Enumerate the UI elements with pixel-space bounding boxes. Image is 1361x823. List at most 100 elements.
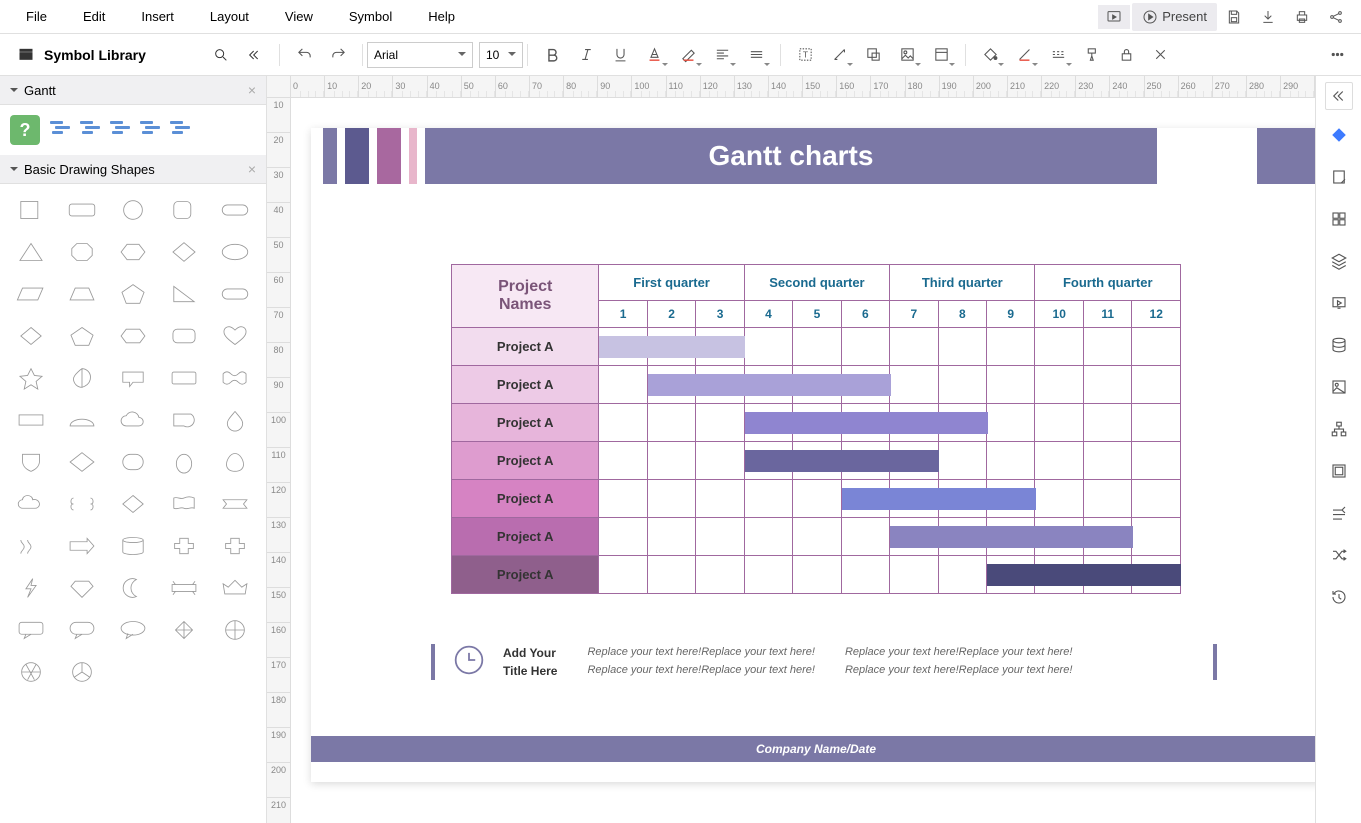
fill-tool-icon[interactable] bbox=[1322, 118, 1356, 152]
shuffle-tool-icon[interactable] bbox=[1322, 538, 1356, 572]
shape-bracket[interactable] bbox=[57, 484, 106, 524]
page-tool-icon[interactable] bbox=[1322, 160, 1356, 194]
shape-pill[interactable] bbox=[211, 190, 260, 230]
tools-button[interactable] bbox=[1144, 39, 1176, 71]
download-icon[interactable] bbox=[1251, 3, 1285, 31]
present-button[interactable]: Present bbox=[1132, 3, 1217, 31]
shape-grid[interactable] bbox=[160, 610, 209, 650]
shape-parallelogram[interactable] bbox=[6, 274, 55, 314]
shape-callout[interactable] bbox=[108, 358, 157, 398]
text-tool-button[interactable]: T bbox=[789, 39, 821, 71]
shape-wave2[interactable] bbox=[6, 526, 55, 566]
expand-right-panel-icon[interactable] bbox=[1325, 82, 1353, 110]
tree-tool-icon[interactable] bbox=[1322, 412, 1356, 446]
shape-pie[interactable] bbox=[57, 652, 106, 692]
shape-plus[interactable] bbox=[160, 526, 209, 566]
menu-layout[interactable]: Layout bbox=[192, 3, 267, 30]
shape-ellipse[interactable] bbox=[211, 232, 260, 272]
shape-heart[interactable] bbox=[211, 316, 260, 356]
shape-round3[interactable] bbox=[108, 442, 157, 482]
shape-rounded-rect[interactable] bbox=[57, 190, 106, 230]
shape-stadium[interactable] bbox=[211, 274, 260, 314]
shape-teardrop[interactable] bbox=[57, 358, 106, 398]
shape-gem[interactable] bbox=[57, 568, 106, 608]
shape-diamond3[interactable] bbox=[57, 442, 106, 482]
company-bar[interactable]: Company Name/Date bbox=[311, 736, 1315, 762]
shape-pentagon2[interactable] bbox=[57, 316, 106, 356]
gantt-shape-1[interactable] bbox=[48, 121, 70, 139]
image-button[interactable] bbox=[891, 39, 923, 71]
shape-crown[interactable] bbox=[211, 568, 260, 608]
redo-button[interactable] bbox=[322, 39, 354, 71]
menu-view[interactable]: View bbox=[267, 3, 331, 30]
save-icon[interactable] bbox=[1217, 3, 1251, 31]
search-library-icon[interactable] bbox=[209, 43, 233, 67]
font-size-select[interactable]: 10 bbox=[479, 42, 523, 68]
shape-banner[interactable] bbox=[211, 484, 260, 524]
shape-button[interactable] bbox=[857, 39, 889, 71]
menu-help[interactable]: Help bbox=[410, 3, 473, 30]
font-color-button[interactable] bbox=[638, 39, 670, 71]
collapse-sidebar-icon[interactable] bbox=[241, 43, 265, 67]
shape-trapezoid[interactable] bbox=[57, 274, 106, 314]
align-left-button[interactable] bbox=[706, 39, 738, 71]
more-button[interactable] bbox=[1321, 39, 1353, 71]
shape-aperture[interactable] bbox=[6, 652, 55, 692]
page-title[interactable]: Gantt charts bbox=[425, 128, 1157, 184]
panel-header-shapes[interactable]: Basic Drawing Shapes × bbox=[0, 155, 266, 184]
menu-insert[interactable]: Insert bbox=[123, 3, 192, 30]
image-tool-icon[interactable] bbox=[1322, 370, 1356, 404]
shape-quad[interactable] bbox=[211, 610, 260, 650]
play-slideshow-button[interactable] bbox=[1098, 5, 1130, 29]
shape-star[interactable] bbox=[6, 358, 55, 398]
shape-flag[interactable] bbox=[160, 484, 209, 524]
shape-card[interactable] bbox=[160, 358, 209, 398]
shape-round-rect2[interactable] bbox=[160, 316, 209, 356]
shape-triangle[interactable] bbox=[6, 232, 55, 272]
underline-button[interactable] bbox=[604, 39, 636, 71]
canvas[interactable]: Gantt charts ProjectNames First quarter … bbox=[291, 98, 1315, 823]
gantt-shape-4[interactable] bbox=[138, 121, 160, 139]
shape-round-square[interactable] bbox=[160, 190, 209, 230]
table-row[interactable]: Project A bbox=[452, 328, 1181, 366]
shape-diamond4[interactable] bbox=[108, 484, 157, 524]
shape-arrow[interactable] bbox=[57, 526, 106, 566]
shape-shield[interactable] bbox=[6, 442, 55, 482]
shape-hexagon[interactable] bbox=[108, 232, 157, 272]
shape-lightning[interactable] bbox=[6, 568, 55, 608]
shape-speech-round[interactable] bbox=[57, 610, 106, 650]
gantt-shape-2[interactable] bbox=[78, 121, 100, 139]
table-row[interactable]: Project A bbox=[452, 442, 1181, 480]
shape-diamond2[interactable] bbox=[6, 316, 55, 356]
shape-diamond[interactable] bbox=[160, 232, 209, 272]
template-tool-icon[interactable] bbox=[1322, 454, 1356, 488]
close-panel-shapes[interactable]: × bbox=[248, 161, 256, 177]
help-icon[interactable]: ? bbox=[10, 115, 40, 145]
shape-egg2[interactable] bbox=[211, 442, 260, 482]
shape-rect3[interactable] bbox=[6, 400, 55, 440]
menu-edit[interactable]: Edit bbox=[65, 3, 123, 30]
shape-square[interactable] bbox=[6, 190, 55, 230]
grid-tool-icon[interactable] bbox=[1322, 202, 1356, 236]
italic-button[interactable] bbox=[570, 39, 602, 71]
shape-pentagon[interactable] bbox=[108, 274, 157, 314]
fill-button[interactable] bbox=[974, 39, 1006, 71]
print-icon[interactable] bbox=[1285, 3, 1319, 31]
panel-header-gantt[interactable]: Gantt × bbox=[0, 76, 266, 105]
lock-button[interactable] bbox=[1110, 39, 1142, 71]
database-tool-icon[interactable] bbox=[1322, 328, 1356, 362]
menu-file[interactable]: File bbox=[8, 3, 65, 30]
line-style-button[interactable] bbox=[1042, 39, 1074, 71]
font-select[interactable]: Arial bbox=[367, 42, 473, 68]
undo-button[interactable] bbox=[288, 39, 320, 71]
shape-right-triangle[interactable] bbox=[160, 274, 209, 314]
shape-octagon[interactable] bbox=[57, 232, 106, 272]
container-button[interactable] bbox=[925, 39, 957, 71]
shape-cloud[interactable] bbox=[108, 400, 157, 440]
shape-speech-rect[interactable] bbox=[6, 610, 55, 650]
close-panel-gantt[interactable]: × bbox=[248, 82, 256, 98]
footer-block[interactable]: Add Your Title Here Replace your text he… bbox=[431, 644, 1201, 680]
table-row[interactable]: Project A bbox=[452, 366, 1181, 404]
table-row[interactable]: Project A bbox=[452, 480, 1181, 518]
table-row[interactable]: Project A bbox=[452, 404, 1181, 442]
